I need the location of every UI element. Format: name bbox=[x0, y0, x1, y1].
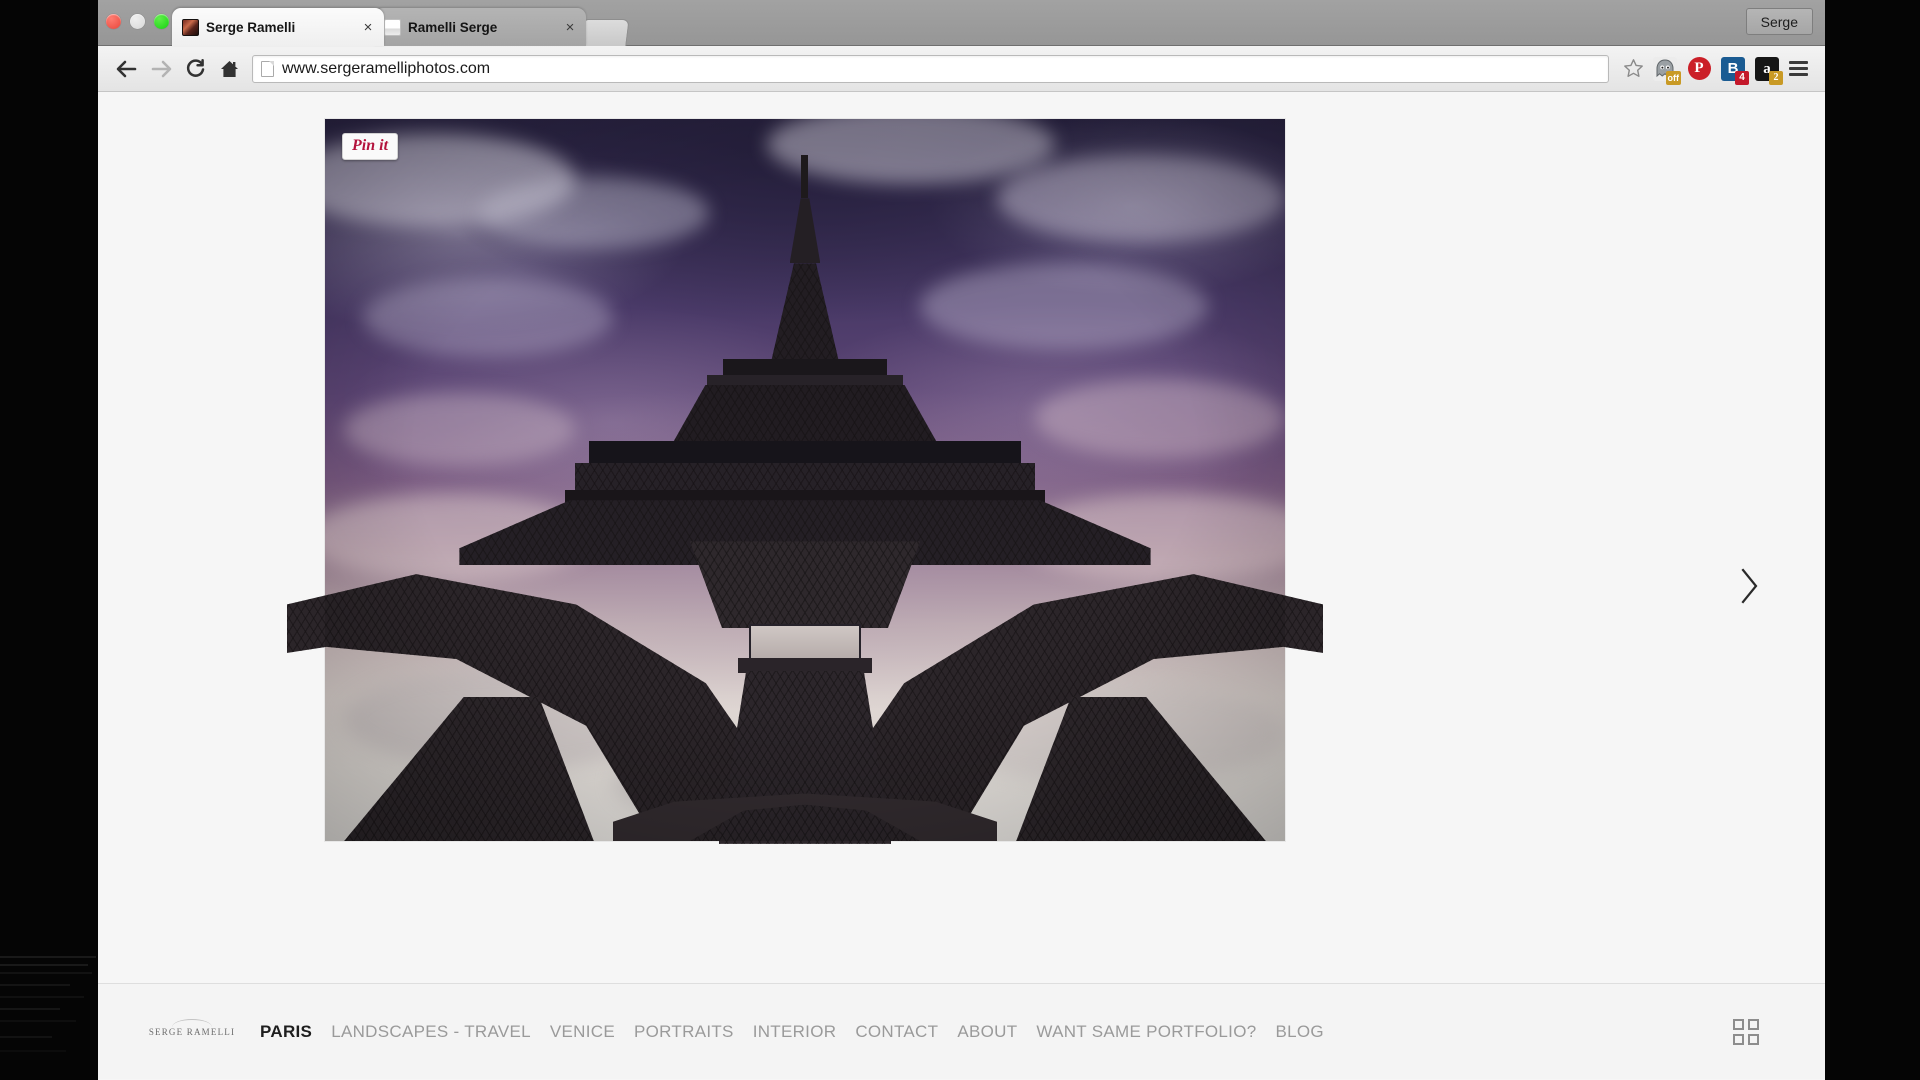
site-logo[interactable]: SERGE RAMELLI bbox=[146, 1009, 238, 1055]
tab-serge-ramelli[interactable]: Serge Ramelli × bbox=[172, 8, 384, 46]
address-bar[interactable]: www.sergeramelliphotos.com bbox=[252, 54, 1609, 83]
pin-it-button[interactable]: Pin it bbox=[342, 133, 399, 160]
extension-icons: off P B 4 a 2 bbox=[1653, 56, 1783, 85]
site-footer: SERGE RAMELLI PARIS LANDSCAPES - TRAVEL … bbox=[98, 983, 1825, 1079]
next-photo-button[interactable] bbox=[1729, 559, 1769, 613]
bookmark-star-icon[interactable] bbox=[1619, 58, 1647, 79]
nav-item-blog[interactable]: BLOG bbox=[1276, 1022, 1324, 1042]
close-window-button[interactable] bbox=[106, 14, 121, 29]
forward-button[interactable] bbox=[144, 52, 178, 86]
browser-window: Serge Ramelli × Ramelli Serge × Serge ww… bbox=[98, 0, 1825, 1080]
screen-artifacts bbox=[0, 950, 98, 1080]
pinterest-glyph: P bbox=[1687, 57, 1711, 80]
extension-badge: 2 bbox=[1769, 70, 1783, 85]
page-document-icon bbox=[261, 60, 274, 77]
grid-view-icon[interactable] bbox=[1733, 1018, 1759, 1045]
ghostery-extension-icon[interactable]: off bbox=[1653, 56, 1681, 85]
extension-badge: 4 bbox=[1735, 70, 1749, 85]
pinterest-extension-icon[interactable]: P bbox=[1687, 57, 1711, 81]
page-viewport: Pin it SERGE RAMELLI PARIS LANDSCAPES - … bbox=[98, 92, 1825, 1079]
eiffel-tower-structure bbox=[286, 119, 1324, 844]
screen: Serge Ramelli × Ramelli Serge × Serge ww… bbox=[0, 0, 1920, 1080]
tab-title: Serge Ramelli bbox=[206, 19, 296, 35]
nav-item-about[interactable]: ABOUT bbox=[957, 1022, 1017, 1042]
tab-title: Ramelli Serge bbox=[408, 19, 498, 35]
logo-text: SERGE RAMELLI bbox=[148, 1026, 236, 1037]
chrome-menu-icon[interactable] bbox=[1783, 61, 1813, 76]
extension-badge: off bbox=[1665, 70, 1681, 85]
logo-swash-icon bbox=[172, 1018, 212, 1027]
close-tab-button[interactable]: × bbox=[360, 20, 376, 35]
nav-item-contact[interactable]: CONTACT bbox=[855, 1022, 938, 1042]
url-text: www.sergeramelliphotos.com bbox=[282, 59, 491, 77]
nav-item-landscapes-travel[interactable]: LANDSCAPES - TRAVEL bbox=[331, 1022, 531, 1042]
profile-name-label: Serge bbox=[1760, 13, 1798, 30]
photo-favicon-icon bbox=[384, 18, 401, 36]
profile-button[interactable]: Serge bbox=[1745, 8, 1813, 35]
browser-toolbar: www.sergeramelliphotos.com off P B 4 a 2 bbox=[98, 46, 1825, 92]
tab-list: Serge Ramelli × Ramelli Serge × bbox=[172, 8, 630, 46]
tab-ramelli-serge[interactable]: Ramelli Serge × bbox=[374, 8, 586, 46]
nav-item-want-same-portfolio[interactable]: WANT SAME PORTFOLIO? bbox=[1036, 1022, 1256, 1042]
back-button[interactable] bbox=[110, 52, 144, 86]
camera-favicon-icon bbox=[182, 18, 199, 36]
reload-button[interactable] bbox=[178, 52, 212, 86]
home-button[interactable] bbox=[212, 52, 246, 86]
new-tab-button[interactable] bbox=[580, 19, 630, 46]
nav-item-venice[interactable]: VENICE bbox=[550, 1022, 615, 1042]
footer-nav: PARIS LANDSCAPES - TRAVEL VENICE PORTRAI… bbox=[260, 1022, 1324, 1042]
close-tab-button[interactable]: × bbox=[562, 20, 578, 35]
browser-tab-strip: Serge Ramelli × Ramelli Serge × Serge bbox=[98, 0, 1825, 46]
amazon-extension-icon[interactable]: a 2 bbox=[1755, 56, 1783, 85]
bluehost-extension-icon[interactable]: B 4 bbox=[1721, 56, 1749, 85]
window-controls bbox=[106, 14, 169, 29]
minimize-window-button[interactable] bbox=[130, 14, 145, 29]
nav-item-portraits[interactable]: PORTRAITS bbox=[634, 1022, 734, 1042]
nav-item-paris[interactable]: PARIS bbox=[260, 1022, 312, 1042]
maximize-window-button[interactable] bbox=[154, 14, 169, 29]
nav-item-interior[interactable]: INTERIOR bbox=[753, 1022, 837, 1042]
photo-eiffel-tower[interactable]: Pin it bbox=[286, 119, 1324, 844]
